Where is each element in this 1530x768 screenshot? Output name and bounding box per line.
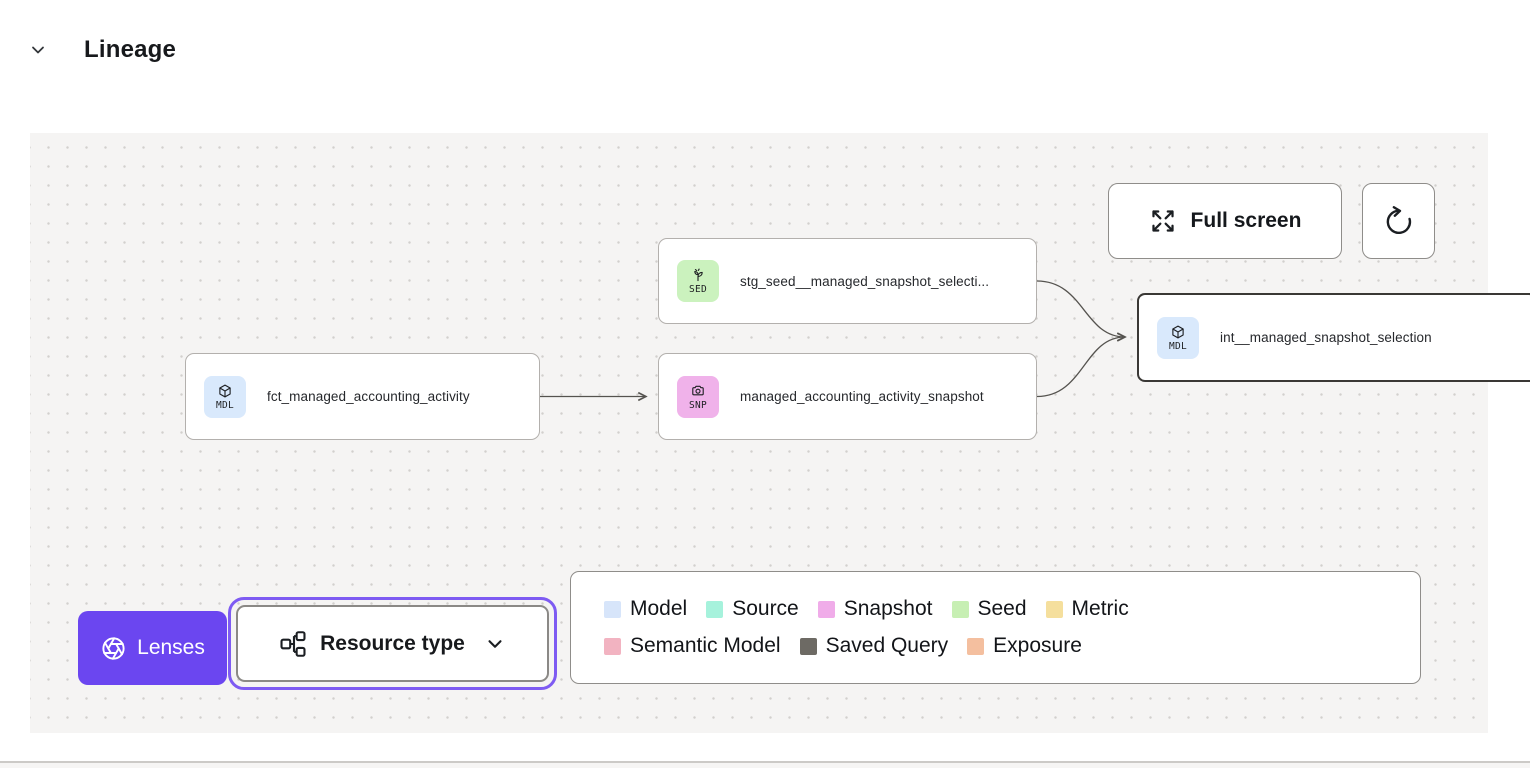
chevron-down-icon (484, 633, 506, 655)
snapshot-icon (690, 383, 706, 399)
legend-item-model: Model (604, 597, 687, 621)
saved-query-swatch (800, 638, 817, 655)
resource-type-label: Resource type (320, 632, 465, 656)
node-managed-accounting-activity-snapshot[interactable]: SNP managed_accounting_activity_snapshot (658, 353, 1037, 440)
legend-item-semantic-model: Semantic Model (604, 634, 781, 658)
model-badge: MDL (204, 376, 246, 418)
seed-icon (690, 267, 706, 283)
node-label: fct_managed_accounting_activity (267, 389, 470, 404)
lineage-page: Lineage SED stg_seed__managed_snapshot_s… (0, 0, 1530, 768)
node-int-managed-snapshot-selection[interactable]: MDL int__managed_snapshot_selection (1137, 293, 1530, 382)
node-label: int__managed_snapshot_selection (1220, 330, 1432, 345)
node-fct-managed-accounting-activity[interactable]: MDL fct_managed_accounting_activity (185, 353, 540, 440)
full-screen-label: Full screen (1191, 209, 1302, 233)
model-badge: MDL (1157, 317, 1199, 359)
bottom-fill (0, 763, 1530, 768)
refresh-button[interactable] (1362, 183, 1435, 259)
lenses-label: Lenses (137, 636, 205, 660)
legend-row-1: Model Source Snapshot Seed Metric (604, 597, 1387, 621)
collapse-chevron-icon[interactable] (28, 40, 48, 60)
resource-type-focus-ring: Resource type (228, 597, 557, 690)
source-swatch (706, 601, 723, 618)
legend-item-exposure: Exposure (967, 634, 1082, 658)
snapshot-badge: SNP (677, 376, 719, 418)
lenses-button[interactable]: Lenses (78, 611, 227, 685)
resource-type-legend: Model Source Snapshot Seed Metric Semant… (570, 571, 1421, 684)
seed-badge: SED (677, 260, 719, 302)
model-swatch (604, 601, 621, 618)
legend-item-source: Source (706, 597, 799, 621)
topology-icon (279, 630, 307, 658)
metric-swatch (1046, 601, 1063, 618)
snapshot-swatch (818, 601, 835, 618)
semantic-model-swatch (604, 638, 621, 655)
legend-item-seed: Seed (952, 597, 1027, 621)
exposure-swatch (967, 638, 984, 655)
page-title: Lineage (84, 36, 176, 64)
node-label: managed_accounting_activity_snapshot (740, 389, 984, 404)
legend-row-2: Semantic Model Saved Query Exposure (604, 634, 1387, 658)
node-label: stg_seed__managed_snapshot_selecti... (740, 274, 989, 289)
node-stg-seed-managed-snapshot-selection[interactable]: SED stg_seed__managed_snapshot_selecti..… (658, 238, 1037, 324)
resource-type-dropdown[interactable]: Resource type (236, 605, 549, 682)
legend-item-metric: Metric (1046, 597, 1129, 621)
legend-item-snapshot: Snapshot (818, 597, 933, 621)
model-icon (217, 383, 233, 399)
refresh-icon (1383, 205, 1415, 237)
edge-seed-to-int (1037, 281, 1125, 337)
model-icon (1170, 324, 1186, 340)
seed-swatch (952, 601, 969, 618)
edge-snapshot-to-int (1037, 337, 1125, 397)
expand-icon (1149, 207, 1177, 235)
lineage-canvas[interactable]: SED stg_seed__managed_snapshot_selecti..… (30, 133, 1488, 733)
aperture-icon (100, 635, 127, 662)
full-screen-button[interactable]: Full screen (1108, 183, 1342, 259)
legend-item-saved-query: Saved Query (800, 634, 949, 658)
